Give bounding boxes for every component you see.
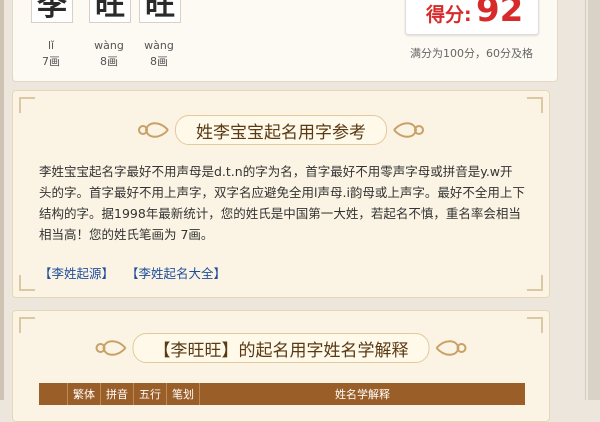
char-1-strokes: 7画 — [42, 55, 60, 68]
char-3-strokes: 8画 — [150, 55, 168, 68]
scroll-ornament-icon — [138, 122, 169, 138]
col-header-index — [39, 383, 68, 405]
section-title: 姓李宝宝起名用字参考 — [196, 122, 366, 143]
col-header-traditional: 繁体 — [68, 383, 101, 405]
corner-ornament — [19, 275, 35, 291]
section-title-banner: 姓李宝宝起名用字参考 — [138, 115, 424, 145]
name-summary-card: 李 旺 旺 lǐ wàng wàng 7画 8画 8画 得分: 92 满分为10… — [12, 0, 558, 82]
scrollbar-track-line — [585, 0, 586, 400]
name-char-3: 旺 — [139, 0, 181, 23]
score-box: 得分: 92 — [405, 0, 539, 35]
corner-ornament — [527, 275, 543, 291]
link-surname-origin[interactable]: 【李姓起源】 — [39, 266, 114, 281]
left-border — [0, 0, 4, 400]
section-title-banner: 【李旺旺】的起名用字姓名学解释 — [95, 333, 467, 363]
name-char-1: 李 — [31, 0, 73, 23]
scrollbar[interactable] — [588, 0, 600, 400]
col-header-pinyin: 拼音 — [101, 383, 134, 405]
col-header-strokes: 笔划 — [167, 383, 200, 405]
link-surname-names[interactable]: 【李姓起名大全】 — [126, 266, 226, 281]
corner-ornament — [19, 97, 35, 113]
score-label: 得分: — [426, 4, 472, 26]
reference-text: 李姓宝宝起名字最好不用声母是d.t.n的字为名，首字最好不用零声字母或拼音是y.… — [39, 164, 525, 242]
analysis-table-header: 繁体 拼音 五行 笔划 姓名学解释 — [39, 383, 525, 405]
col-header-explanation: 姓名学解释 — [335, 388, 390, 401]
surname-reference-section: 姓李宝宝起名用字参考 李姓宝宝起名字最好不用声母是d.t.n的字为名，首字最好不… — [12, 90, 550, 298]
corner-ornament — [527, 97, 543, 113]
col-header-five-elements: 五行 — [134, 383, 167, 405]
score-note: 满分为100分，60分及格 — [410, 47, 533, 60]
char-1-pinyin: lǐ — [47, 39, 55, 52]
scroll-ornament-icon — [393, 122, 424, 138]
char-3-pinyin: wàng — [144, 39, 174, 52]
corner-ornament — [19, 317, 35, 333]
corner-ornament — [527, 317, 543, 333]
scroll-ornament-icon — [95, 340, 127, 356]
name-char-2: 旺 — [89, 0, 131, 23]
related-links: 【李姓起源】 【李姓起名大全】 — [39, 263, 234, 282]
section-title: 【李旺旺】的起名用字姓名学解释 — [153, 340, 409, 361]
score-value: 92 — [476, 0, 524, 30]
name-analysis-section: 【李旺旺】的起名用字姓名学解释 繁体 拼音 五行 笔划 姓名学解释 — [12, 310, 550, 422]
scroll-ornament-icon — [435, 340, 467, 356]
